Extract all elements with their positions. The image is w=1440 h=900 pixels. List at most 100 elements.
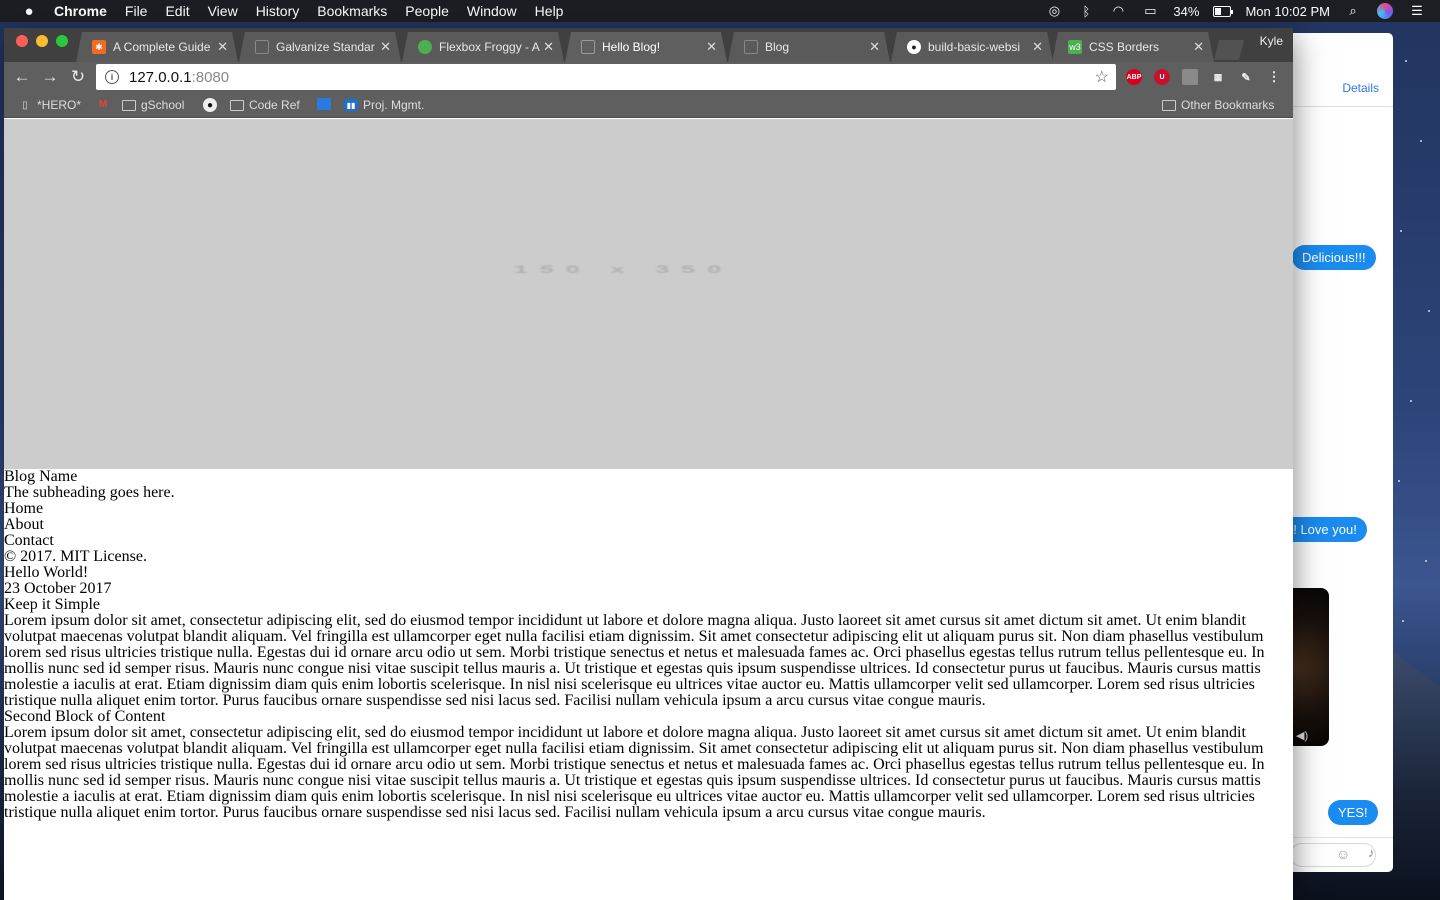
page-viewport: 150 x 350 Blog Name The subheading goes … — [4, 119, 1293, 900]
menu-edit[interactable]: Edit — [165, 3, 189, 19]
bookmark-label: *HERO* — [37, 98, 82, 112]
bookmark-github[interactable]: ● — [203, 98, 222, 112]
forward-arrow-icon[interactable]: → — [40, 67, 60, 87]
close-tab-icon[interactable]: ✕ — [1193, 39, 1204, 55]
folder-icon — [1162, 99, 1176, 111]
hero-placeholder-text: 150 x 350 — [513, 262, 734, 276]
browser-tab[interactable]: Galvanize Standar ✕ — [239, 32, 401, 62]
reload-icon[interactable]: ↻ — [68, 67, 88, 87]
nav-link-about[interactable]: About — [4, 517, 1293, 533]
site-info-icon[interactable]: i — [105, 70, 119, 84]
close-tab-icon[interactable]: ✕ — [380, 39, 391, 55]
bluetooth-icon[interactable]: ᛒ — [1077, 4, 1095, 19]
bookmark-label: Code Ref — [249, 98, 300, 112]
back-arrow-icon[interactable]: ← — [12, 67, 32, 87]
close-tab-icon[interactable]: ✕ — [706, 39, 717, 55]
profile-button[interactable]: Kyle — [1260, 34, 1283, 48]
browser-tab-active[interactable]: Hello Blog! ✕ — [565, 32, 727, 62]
volume-icon[interactable]: ◀) — [1296, 729, 1308, 742]
adblock-plus-icon[interactable]: ABP — [1126, 69, 1142, 85]
new-tab-button[interactable] — [1214, 40, 1244, 60]
bookmark-gmail[interactable]: M — [96, 98, 115, 110]
github-icon: ● — [203, 98, 217, 112]
section-title: Second Block of Content — [4, 708, 166, 725]
chrome-menu-icon[interactable]: ⋮ — [1266, 69, 1282, 85]
extension-grid-icon[interactable]: ▦ — [1210, 69, 1226, 85]
blog-subheading: The subheading goes here. — [4, 484, 175, 501]
battery-percent[interactable]: 34% — [1173, 4, 1199, 19]
url-port: :8080 — [191, 68, 230, 86]
menu-history[interactable]: History — [256, 3, 300, 19]
bookmark-hero[interactable]: ▯ *HERO* — [18, 98, 81, 112]
browser-tab[interactable]: Flexbox Froggy - A ✕ — [402, 32, 564, 62]
bookmark-label: gSchool — [141, 98, 185, 112]
menu-view[interactable]: View — [208, 3, 238, 19]
extension-eyedropper-icon[interactable]: ✎ — [1238, 69, 1254, 85]
close-window-button[interactable] — [16, 35, 28, 47]
bookmark-gschool[interactable]: gSchool — [122, 98, 184, 112]
menu-app-chrome[interactable]: Chrome — [54, 3, 107, 19]
browser-toolbar: ← → ↻ i 127.0.0.1:8080 ☆ ABP U ▦ ✎ ⋮ — [4, 62, 1293, 92]
nav-link-home[interactable]: Home — [4, 501, 1293, 517]
close-tab-icon[interactable]: ✕ — [217, 39, 228, 55]
tab-title: A Complete Guide — [113, 40, 211, 54]
gmail-icon: M — [98, 98, 108, 110]
spotlight-search-icon[interactable]: ⌕ — [1344, 3, 1362, 18]
close-tab-icon[interactable]: ✕ — [1032, 39, 1043, 55]
trello-icon: ▮▮ — [344, 99, 358, 111]
glasses-icon[interactable]: ◎ — [1045, 3, 1063, 18]
extension-chat-icon[interactable] — [1182, 69, 1198, 85]
close-tab-icon[interactable]: ✕ — [543, 39, 554, 55]
frog-icon — [418, 40, 432, 54]
microphone-icon[interactable]: ♪ — [1368, 845, 1375, 860]
menu-clock[interactable]: Mon 10:02 PM — [1245, 4, 1330, 19]
message-bubble: Delicious!!! — [1292, 245, 1376, 270]
apple-menu-icon[interactable]: ● — [20, 3, 38, 20]
other-bookmarks-label: Other Bookmarks — [1181, 98, 1275, 112]
airplay-icon[interactable]: ▭ — [1141, 3, 1159, 18]
other-bookmarks[interactable]: Other Bookmarks — [1162, 98, 1274, 112]
ublock-icon[interactable]: U — [1154, 69, 1170, 85]
bookmark-star-icon[interactable]: ☆ — [1095, 67, 1109, 87]
browser-tab[interactable]: ● build-basic-websi ✕ — [891, 32, 1053, 62]
macos-menu-bar: ● Chrome File Edit View History Bookmark… — [0, 0, 1440, 22]
wifi-icon[interactable]: ◠ — [1109, 3, 1127, 18]
hero-placeholder-image: 150 x 350 — [4, 119, 1293, 469]
tab-title: build-basic-websi — [928, 40, 1021, 54]
bookmark-code-ref[interactable]: Code Ref — [230, 98, 300, 112]
battery-icon[interactable] — [1213, 4, 1234, 18]
menu-help[interactable]: Help — [535, 3, 564, 19]
bookmarks-bar: ▯ *HERO* M gSchool ● Code Ref ▮▮ Proj. Mgm… — [4, 92, 1293, 118]
menu-file[interactable]: File — [125, 3, 148, 19]
page-icon — [255, 40, 269, 54]
emoji-icon[interactable]: ☺ — [1336, 846, 1350, 862]
menu-window[interactable]: Window — [467, 3, 517, 19]
zoom-window-button[interactable] — [56, 35, 68, 47]
browser-tab[interactable]: Blog ✕ — [728, 32, 890, 62]
notification-center-icon[interactable]: ☰ — [1408, 3, 1426, 18]
tab-title: CSS Borders — [1089, 40, 1160, 54]
messages-details-link[interactable]: Details — [1342, 81, 1379, 95]
tab-title: Flexbox Froggy - A — [439, 40, 540, 54]
page-content: Blog Name The subheading goes here. Home… — [4, 469, 1293, 821]
bookmark-proj-mgmt[interactable]: ▮▮ Proj. Mgmt. — [344, 98, 424, 112]
siri-icon[interactable] — [1376, 3, 1394, 19]
folder-icon — [230, 99, 244, 111]
message-input[interactable] — [1290, 843, 1376, 867]
page-icon: ▯ — [22, 99, 28, 111]
section-body: Lorem ipsum dolor sit amet, consectetur … — [4, 612, 1265, 709]
post-date: 23 October 2017 — [4, 580, 112, 597]
nav-link-contact[interactable]: Contact — [4, 533, 1293, 549]
address-bar[interactable]: i 127.0.0.1:8080 ☆ — [96, 64, 1116, 90]
blog-name: Blog Name — [4, 468, 78, 485]
bookmark-pivotal[interactable] — [317, 98, 336, 110]
browser-tab[interactable]: ✱ A Complete Guide ✕ — [76, 32, 238, 62]
pivotal-icon — [317, 98, 331, 110]
browser-tab[interactable]: w3 CSS Borders ✕ — [1052, 32, 1214, 62]
close-tab-icon[interactable]: ✕ — [869, 39, 880, 55]
menu-people[interactable]: People — [405, 3, 449, 19]
minimize-window-button[interactable] — [36, 35, 48, 47]
menu-bookmarks[interactable]: Bookmarks — [317, 3, 387, 19]
tab-title: Blog — [765, 40, 790, 54]
bookmark-label: Proj. Mgmt. — [363, 98, 425, 112]
